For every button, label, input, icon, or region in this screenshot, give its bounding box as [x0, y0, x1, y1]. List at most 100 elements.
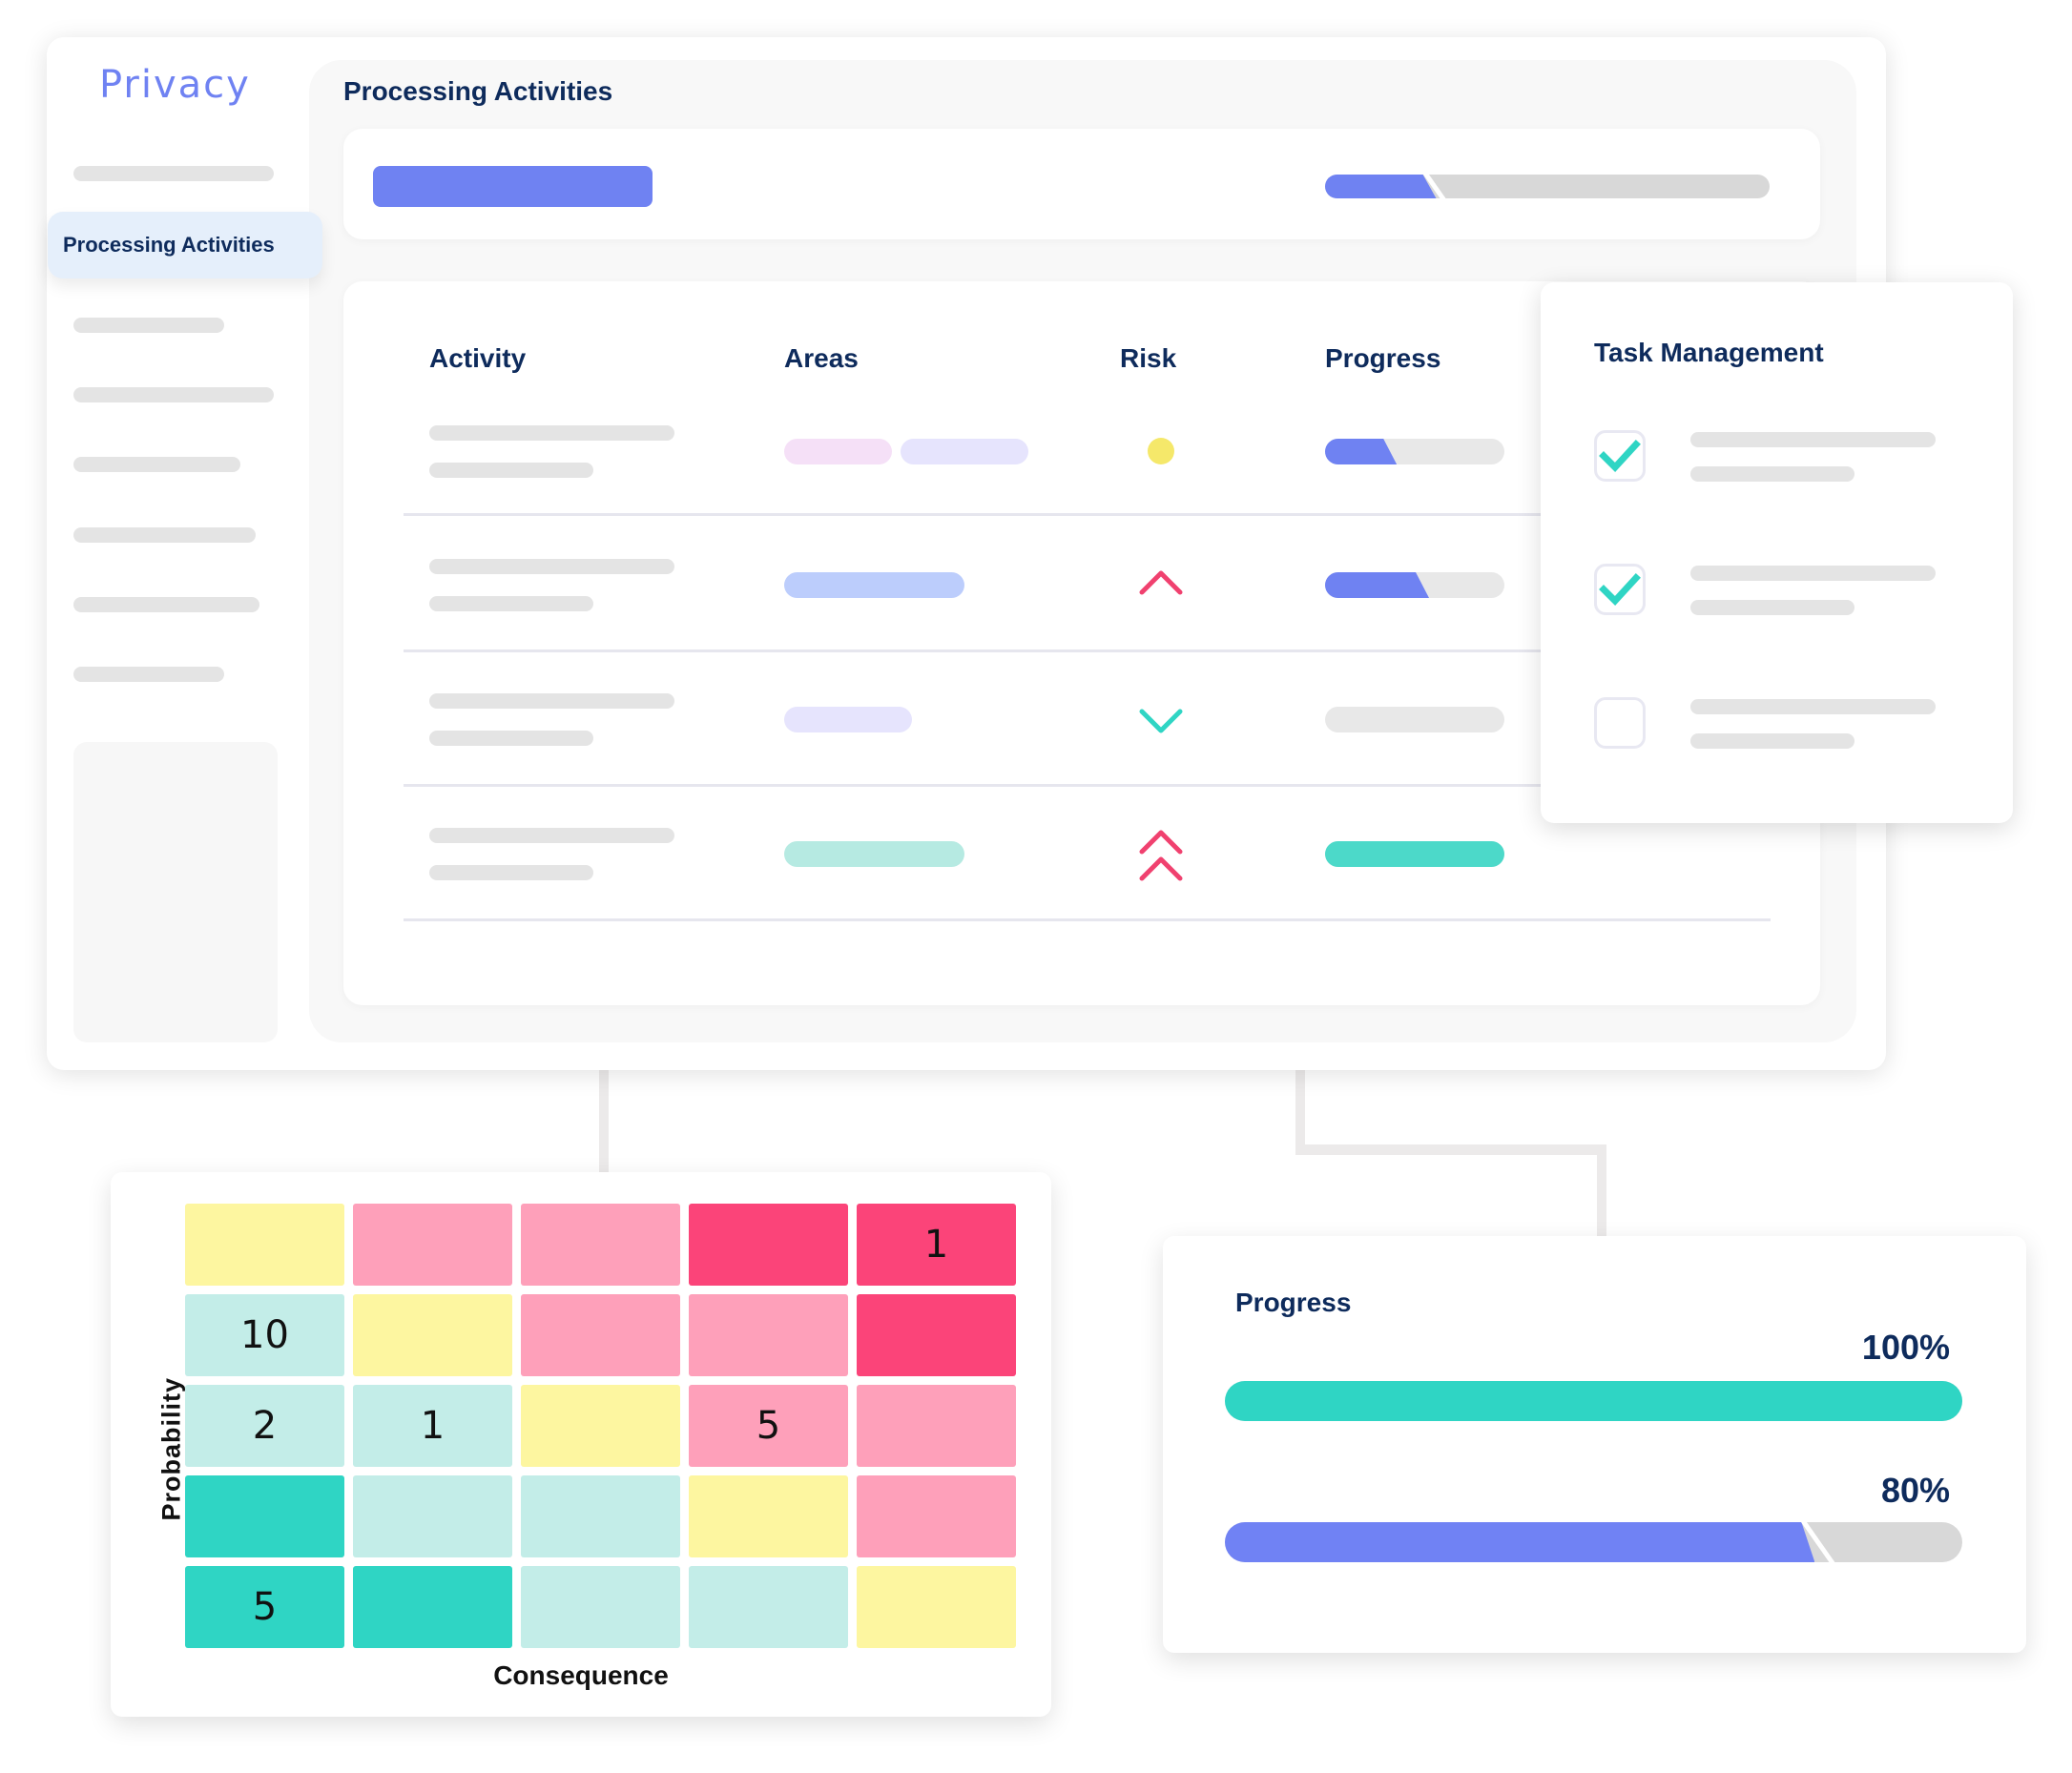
- column-header-progress[interactable]: Progress: [1325, 343, 1440, 374]
- task-checkbox[interactable]: [1594, 430, 1646, 482]
- risk-matrix-cell[interactable]: 5: [689, 1385, 848, 1467]
- risk-count-label: 10: [240, 1313, 289, 1357]
- risk-matrix-cell[interactable]: [521, 1566, 680, 1648]
- risk-very-high-double-chevron-up-icon: [1137, 825, 1185, 882]
- risk-matrix-cell[interactable]: [857, 1294, 1016, 1376]
- primary-action-button[interactable]: [373, 166, 653, 207]
- risk-matrix-cell[interactable]: 2: [185, 1385, 344, 1467]
- risk-matrix-cell[interactable]: [689, 1204, 848, 1286]
- progress-percent-label: 100%: [1861, 1328, 1950, 1367]
- risk-matrix-cell[interactable]: 1: [857, 1204, 1016, 1286]
- y-axis-label: Probability: [156, 1376, 186, 1521]
- task-management-card: Task Management: [1541, 282, 2013, 823]
- risk-high-chevron-up-icon: [1137, 556, 1185, 613]
- task-checkbox[interactable]: [1594, 564, 1646, 615]
- risk-matrix-cell[interactable]: 5: [185, 1566, 344, 1648]
- sidebar-item-label: Processing Activities: [63, 233, 275, 257]
- risk-matrix-cell[interactable]: [521, 1385, 680, 1467]
- activity-detail-placeholder: [429, 463, 593, 478]
- risk-medium-dot-icon: [1137, 423, 1185, 480]
- area-tag[interactable]: [784, 439, 892, 464]
- risk-matrix-cell[interactable]: 1: [353, 1385, 512, 1467]
- risk-matrix-cell[interactable]: 10: [185, 1294, 344, 1376]
- task-checkbox[interactable]: [1594, 697, 1646, 749]
- area-tag[interactable]: [784, 707, 912, 732]
- sidebar-item-processing-activities[interactable]: Processing Activities: [48, 212, 322, 278]
- activity-detail-placeholder: [429, 865, 593, 880]
- area-tag[interactable]: [784, 841, 964, 867]
- progress-bar-fill: [1225, 1381, 1962, 1421]
- overall-progress-fill: [1325, 175, 1437, 198]
- task-title-placeholder: [1690, 566, 1936, 581]
- risk-matrix-cell[interactable]: [185, 1475, 344, 1557]
- activity-name-placeholder: [429, 828, 674, 843]
- progress-card-title: Progress: [1235, 1288, 1352, 1317]
- row-progress-fill: [1325, 841, 1504, 867]
- connector-line: [1295, 1144, 1606, 1155]
- checkmark-icon: [1599, 573, 1641, 607]
- row-progress-fill: [1325, 572, 1429, 598]
- activity-detail-placeholder: [429, 596, 593, 611]
- connector-line: [1295, 1068, 1305, 1154]
- row-progress-fill: [1325, 439, 1397, 464]
- connector-line: [1597, 1144, 1606, 1240]
- risk-count-label: 5: [252, 1585, 278, 1629]
- sidebar-widget-placeholder: [73, 742, 278, 1042]
- activity-name-placeholder: [429, 425, 674, 441]
- progress-card: Progress 100% 80%: [1163, 1236, 2026, 1653]
- risk-count-label: 1: [420, 1404, 445, 1448]
- page-title: Processing Activities: [343, 76, 613, 106]
- risk-count-label: 5: [756, 1404, 781, 1448]
- risk-matrix-cell[interactable]: [353, 1294, 512, 1376]
- sidebar-item-placeholder[interactable]: [73, 387, 274, 402]
- row-progress-bar: [1325, 841, 1504, 867]
- risk-low-chevron-down-icon: [1137, 691, 1185, 748]
- risk-matrix-cell[interactable]: [521, 1294, 680, 1376]
- risk-matrix-cell[interactable]: [353, 1475, 512, 1557]
- row-progress-bar: [1325, 439, 1504, 464]
- risk-matrix-card: Probability 1 10 2 1 5 5 Consequence: [111, 1172, 1051, 1717]
- risk-count-label: 1: [923, 1223, 949, 1267]
- progress-percent-label: 80%: [1880, 1471, 1950, 1510]
- risk-matrix-cell[interactable]: [689, 1294, 848, 1376]
- risk-matrix-cell[interactable]: [857, 1566, 1016, 1648]
- overall-progress-bar: [1325, 175, 1770, 198]
- area-tag[interactable]: [784, 572, 964, 598]
- risk-matrix-cell[interactable]: [689, 1475, 848, 1557]
- risk-matrix-cell[interactable]: [185, 1204, 344, 1286]
- app-brand: Privacy: [99, 63, 251, 107]
- connector-line: [599, 1068, 609, 1173]
- risk-matrix-cell[interactable]: [521, 1475, 680, 1557]
- task-detail-placeholder: [1690, 733, 1854, 749]
- x-axis-label: Consequence: [493, 1660, 669, 1690]
- activity-name-placeholder: [429, 559, 674, 574]
- risk-matrix-cell[interactable]: [857, 1385, 1016, 1467]
- area-tag[interactable]: [901, 439, 1028, 464]
- sidebar-item-placeholder[interactable]: [73, 667, 224, 682]
- sidebar-item-placeholder[interactable]: [73, 597, 259, 612]
- risk-matrix-cell[interactable]: [857, 1475, 1016, 1557]
- progress-bar-fill: [1225, 1522, 1814, 1562]
- risk-matrix-grid: 1 10 2 1 5 5: [185, 1204, 1016, 1648]
- progress-bar: [1225, 1381, 1962, 1421]
- task-detail-placeholder: [1690, 600, 1854, 615]
- task-management-title: Task Management: [1594, 338, 1824, 367]
- task-title-placeholder: [1690, 699, 1936, 714]
- column-header-areas[interactable]: Areas: [784, 343, 859, 374]
- column-header-activity[interactable]: Activity: [429, 343, 526, 374]
- risk-matrix-cell[interactable]: [689, 1566, 848, 1648]
- progress-bar: [1225, 1522, 1962, 1562]
- sidebar-item-placeholder[interactable]: [73, 318, 224, 333]
- risk-matrix-cell[interactable]: [521, 1204, 680, 1286]
- task-title-placeholder: [1690, 432, 1936, 447]
- row-progress-bar: [1325, 707, 1504, 732]
- risk-matrix-cell[interactable]: [353, 1566, 512, 1648]
- sidebar-item-placeholder[interactable]: [73, 527, 256, 543]
- sidebar-item-placeholder[interactable]: [73, 457, 240, 472]
- risk-matrix-cell[interactable]: [353, 1204, 512, 1286]
- activity-detail-placeholder: [429, 731, 593, 746]
- column-header-risk[interactable]: Risk: [1120, 343, 1176, 374]
- task-detail-placeholder: [1690, 466, 1854, 482]
- sidebar-item-placeholder[interactable]: [73, 166, 274, 181]
- row-progress-bar: [1325, 572, 1504, 598]
